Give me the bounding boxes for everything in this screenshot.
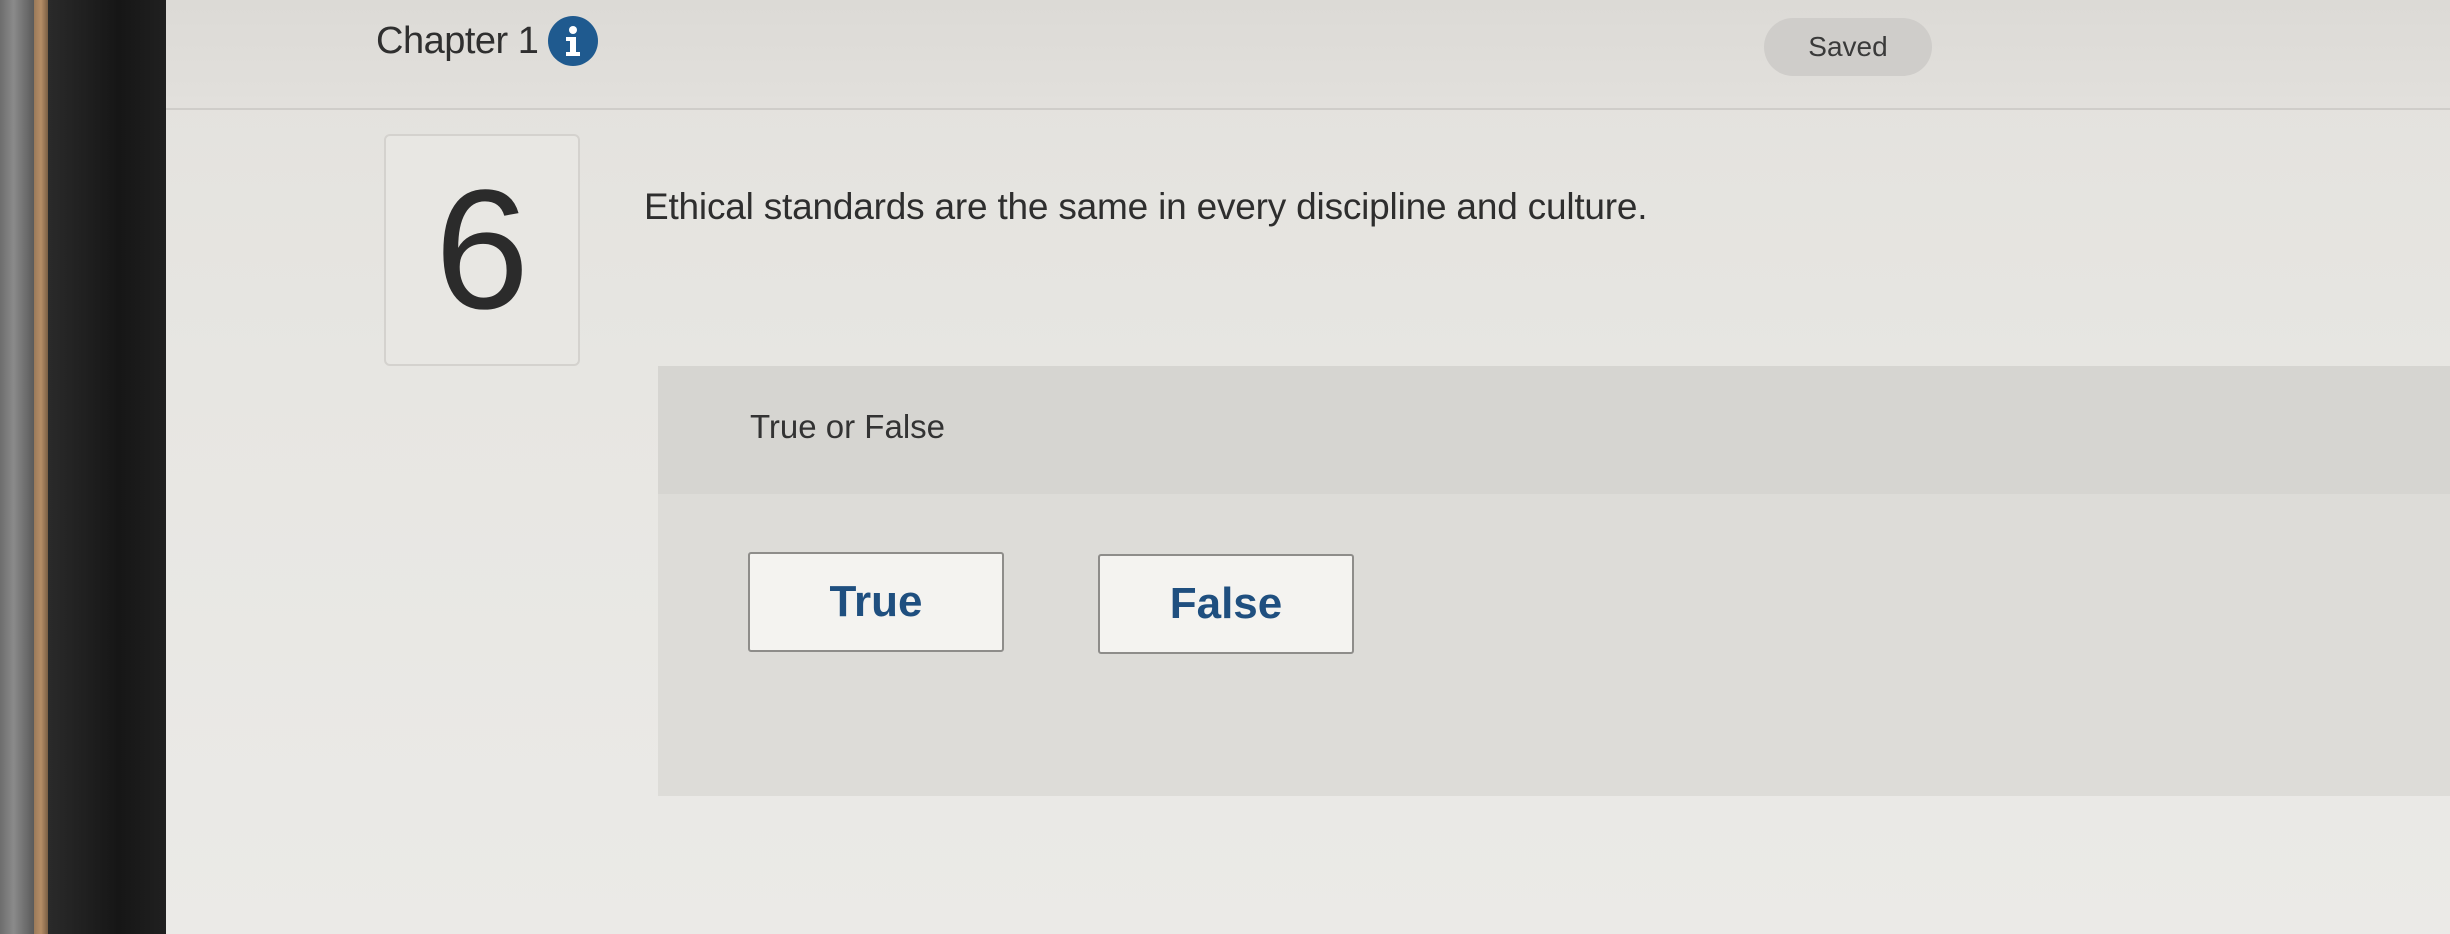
saved-status-badge: Saved — [1764, 18, 1932, 76]
answer-type-header: True or False — [658, 366, 2450, 494]
answer-type-label: True or False — [750, 408, 946, 445]
question-number: 6 — [434, 155, 530, 345]
chapter-heading: Chapter 1 — [376, 16, 599, 66]
true-button[interactable]: True — [748, 552, 1004, 652]
monitor-trim — [34, 0, 48, 934]
info-icon[interactable] — [548, 16, 599, 66]
answer-panel: True or False True False — [658, 366, 2450, 796]
chapter-title: Chapter 1 — [376, 19, 539, 62]
photo-edge — [0, 0, 34, 934]
question-number-box: 6 — [384, 134, 580, 366]
monitor-bezel — [48, 0, 166, 934]
header-bar: Chapter 1 Saved — [166, 0, 2450, 110]
false-button[interactable]: False — [1098, 554, 1354, 654]
screen: Chapter 1 Saved 6 Ethical standards are … — [166, 0, 2450, 934]
info-glyph — [566, 26, 581, 56]
question-prompt: Ethical standards are the same in every … — [644, 186, 1648, 227]
